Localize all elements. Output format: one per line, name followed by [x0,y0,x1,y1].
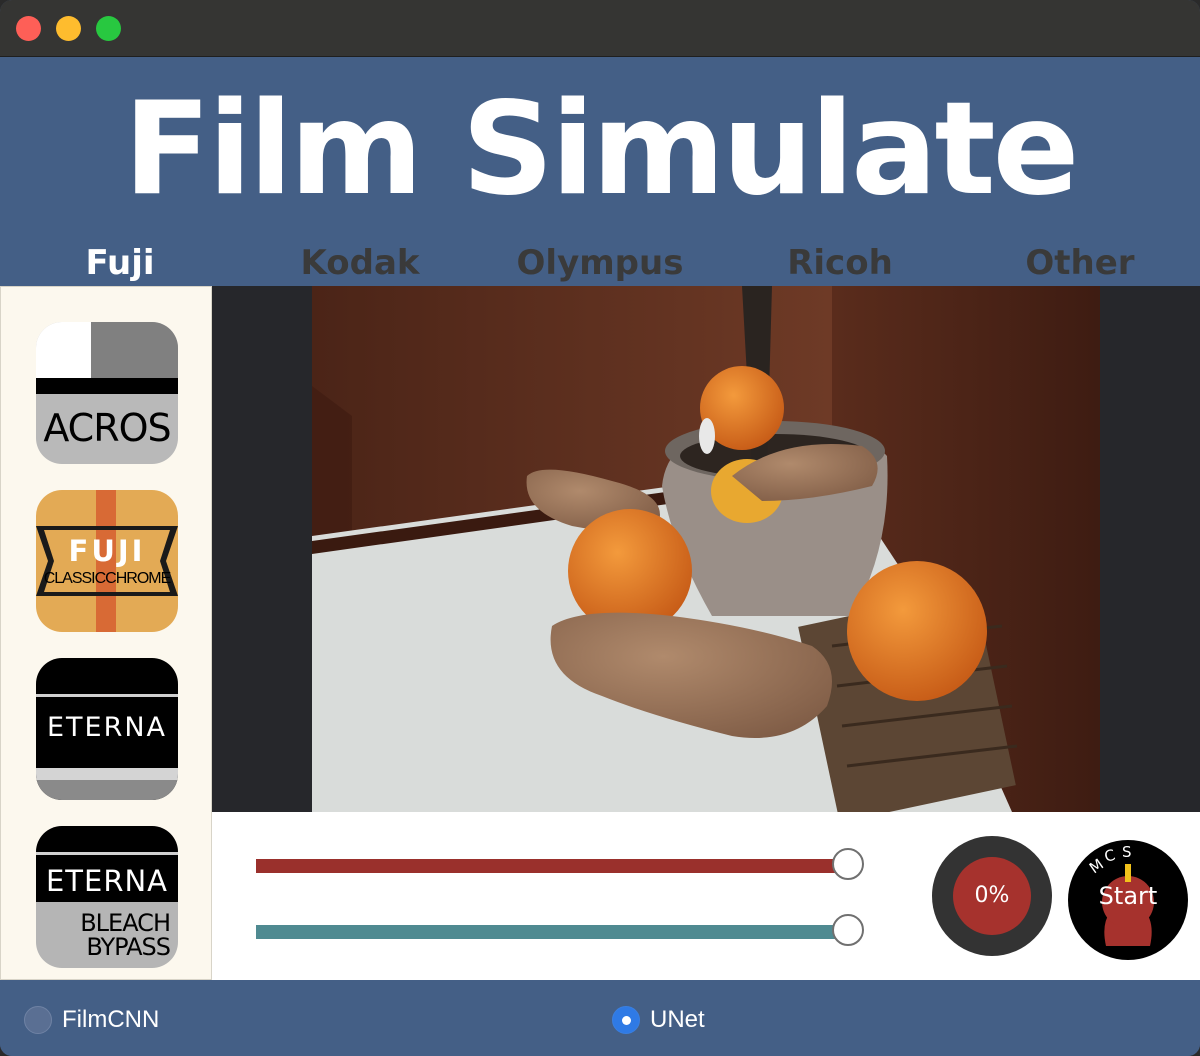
acros-black-band [36,378,178,394]
app-title: Film Simulate [123,75,1080,224]
slider-thumb[interactable] [832,914,864,946]
close-window-button[interactable] [16,16,41,41]
bleach-top-line [36,852,178,855]
radio-dot [612,1006,640,1034]
minimize-window-button[interactable] [56,16,81,41]
film-eterna-bleach-bypass-button[interactable]: ETERNA BLEACH BYPASS [36,826,178,968]
film-label: ETERNA [45,864,169,898]
tab-kodak[interactable]: Kodak [240,240,480,286]
strength-slider[interactable] [256,848,864,882]
start-button[interactable]: M C S Start [1068,840,1188,960]
radio-dot [24,1006,52,1034]
tab-other[interactable]: Other [960,240,1200,286]
pumpkin-photo-illustration [312,286,1100,812]
blend-slider[interactable] [256,914,864,948]
film-list-sidebar: ACROS FUJI CLASSICCHROME ETERNA ETERNA B… [0,286,212,980]
controls-panel: 0% M C S Start [212,812,1200,980]
film-acros-button[interactable]: ACROS [36,322,178,464]
acros-grey-block [91,322,178,378]
tab-olympus[interactable]: Olympus [480,240,720,286]
eterna-light-band [36,768,178,780]
dial-letter-c: C [1102,846,1117,866]
radio-label: UNet [650,1006,705,1033]
app-window: Film Simulate Fuji Kodak Olympus Ricoh O… [0,0,1200,1056]
progress-text: 0% [953,857,1031,935]
tab-fuji[interactable]: Fuji [0,240,240,286]
slider-track-teal [256,925,836,939]
tab-ricoh[interactable]: Ricoh [720,240,960,286]
slider-thumb[interactable] [832,848,864,880]
dial-letter-m: M [1086,855,1107,877]
film-sublabel: CLASSICCHROME [43,570,172,587]
brand-tabs: Fuji Kodak Olympus Ricoh Other [0,240,1200,286]
film-eterna-button[interactable]: ETERNA [36,658,178,800]
film-sublabel-2: BYPASS [86,933,171,961]
start-label: Start [1098,882,1158,910]
film-classic-chrome-button[interactable]: FUJI CLASSICCHROME [36,490,178,632]
maximize-window-button[interactable] [96,16,121,41]
eterna-top-line [36,694,178,697]
dial-letter-s: S [1122,843,1132,861]
progress-indicator: 0% [932,836,1052,956]
eterna-grey-band [36,780,178,800]
model-selector-bar: FilmCNN UNet [0,980,1200,1056]
preview-photo [312,286,1100,812]
film-label: ETERNA [46,712,168,743]
slider-track-red [256,859,836,873]
film-label: FUJI [68,534,146,568]
acros-white-block [36,322,91,378]
radio-label: FilmCNN [62,1006,160,1033]
film-label: ACROS [43,406,171,450]
image-preview-area [212,286,1200,812]
title-bar [0,0,1200,57]
